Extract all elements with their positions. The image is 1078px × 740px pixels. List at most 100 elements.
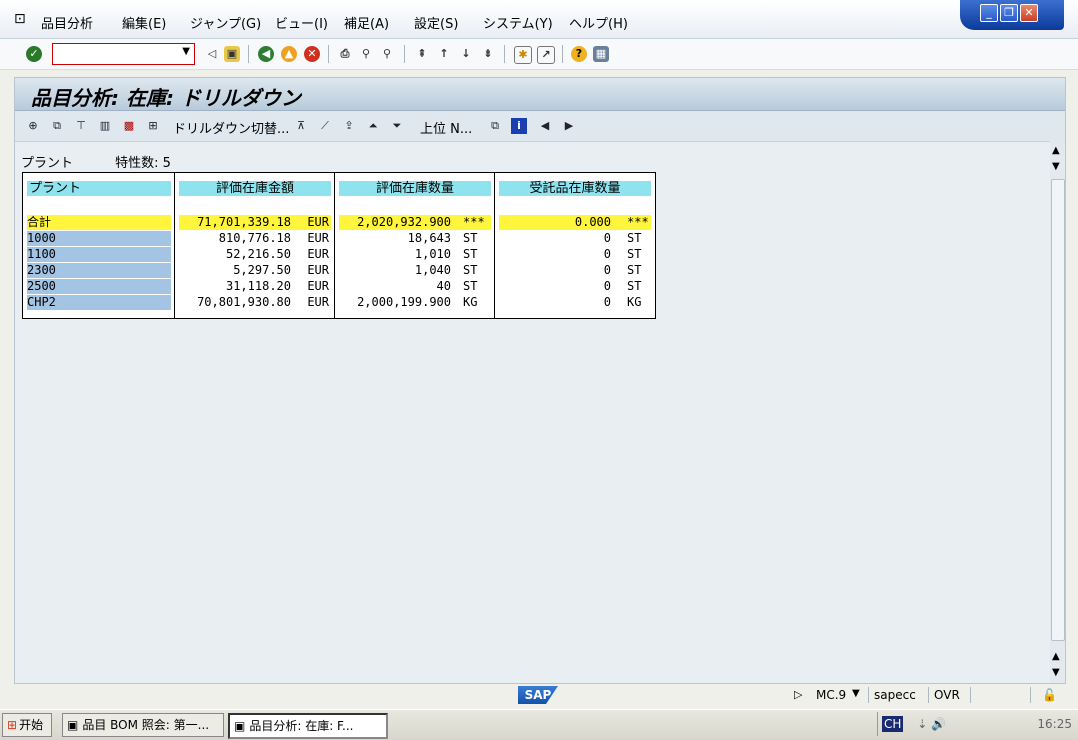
status-bar: SAP ▷ MC.9 ▼ sapecc OVR 🔓 <box>0 684 1078 709</box>
hierarchy-icon[interactable]: ⊞ <box>145 118 161 134</box>
top-n-button[interactable]: 上位 N... <box>420 118 472 137</box>
task-bom-display[interactable]: ▣ 品目 BOM 照会: 第一... <box>62 713 224 737</box>
next-icon[interactable]: ▶ <box>561 118 577 134</box>
back-icon[interactable]: ◀ <box>258 46 274 62</box>
plant-label: プラント <box>21 156 74 171</box>
page-title: 品目分析: 在庫: ドリルダウン <box>31 86 301 110</box>
drilldown-switch-button[interactable]: ドリルダウン切替... <box>173 118 289 137</box>
scroll-up-icon[interactable]: ▲ <box>1052 145 1060 156</box>
header-valuated-stock-value[interactable]: 評価在庫金額 <box>179 181 331 196</box>
restore-icon[interactable]: ❐ <box>1000 4 1018 22</box>
minimize-icon[interactable]: _ <box>980 4 998 22</box>
help-icon[interactable]: ? <box>571 46 587 62</box>
close-icon[interactable]: ✕ <box>1020 4 1038 22</box>
scroll-down-icon[interactable]: ▼ <box>1052 667 1060 678</box>
system-menu-icon[interactable]: ⊡ <box>14 11 26 27</box>
graph-icon[interactable]: ⟋ <box>317 118 333 134</box>
vertical-scrollbar[interactable]: ▲ ▼ ▲ ▼ <box>1050 141 1065 683</box>
export-icon[interactable]: ⇪ <box>341 118 357 134</box>
row-key-1100[interactable]: 1100 <box>27 247 171 262</box>
table-row: 31,118.20 EUR <box>225 279 329 293</box>
print-icon[interactable]: ⎙ <box>337 46 353 62</box>
status-expand-icon[interactable]: ▷ <box>794 688 802 701</box>
table-row: 40 ST <box>436 279 478 293</box>
menu-material-analysis[interactable]: 品目分析 <box>41 13 93 32</box>
first-page-icon[interactable]: ⇞ <box>414 46 430 62</box>
total-key[interactable]: 合計 <box>27 215 171 230</box>
find-next-icon[interactable]: ⚲ <box>379 46 395 62</box>
title-bar: 品目分析: 在庫: ドリルダウン <box>15 78 1065 111</box>
filter-icon[interactable]: ⊤ <box>73 118 89 134</box>
table-row: 0 KG <box>603 295 642 309</box>
total-qty-unit: *** <box>463 215 485 229</box>
new-session-icon[interactable]: ✱ <box>514 46 532 64</box>
menu-extras[interactable]: 補足(A) <box>344 13 389 32</box>
layout-menu-icon[interactable]: ▦ <box>593 46 609 62</box>
header-plant[interactable]: プラント <box>27 181 171 196</box>
copy-data-icon[interactable]: ⧉ <box>487 118 503 134</box>
row-key-chp2[interactable]: CHP2 <box>27 295 171 310</box>
previous-icon[interactable]: ◀ <box>537 118 553 134</box>
total-amount-cell: 71,701,339.18 EUR <box>179 215 331 230</box>
task-material-analysis[interactable]: ▣ 品目分析: 在庫: F... <box>228 713 388 739</box>
next-page-icon[interactable]: ↓ <box>458 46 474 62</box>
taskbar: ⊞ 开始 ▣ 品目 BOM 照会: 第一... ▣ 品目分析: 在庫: F... CH… <box>0 709 1078 740</box>
cancel-icon[interactable]: ✕ <box>304 46 320 62</box>
sort-filter-icon[interactable]: ⏷ <box>389 118 405 134</box>
standard-toolbar: ✓ ▼ ◁ ▣ ◀ ▲ ✕ ⎙ ⚲ ⚲ ⇞ ↑ ↓ ⇟ ✱ ↗ ? ▦ <box>0 39 1078 70</box>
lock-icon[interactable]: 🔓 <box>1042 688 1057 702</box>
start-button[interactable]: ⊞ 开始 <box>2 713 52 737</box>
header-consignment-qty[interactable]: 受託品在庫数量 <box>499 181 651 196</box>
table-row: 0 ST <box>603 247 642 261</box>
tree-icon[interactable]: ⊼ <box>293 118 309 134</box>
session-dropdown-icon[interactable]: ▼ <box>852 688 860 699</box>
header-valuated-stock-qty[interactable]: 評価在庫数量 <box>339 181 491 196</box>
abc-analysis-icon[interactable]: ▩ <box>121 118 137 134</box>
tray-icons[interactable]: ⇣ 🔊 <box>917 717 946 731</box>
find-icon[interactable]: ⚲ <box>358 46 374 62</box>
table-row: 70,801,930.80 EUR <box>197 295 329 309</box>
menu-edit[interactable]: 編集(E) <box>122 13 166 32</box>
total-consign-cell: 0.000 *** <box>499 215 651 230</box>
save-icon[interactable]: ▣ <box>224 46 240 62</box>
column-consignment-qty: 受託品在庫数量 0.000 *** 0 ST 0 ST 0 ST 0 ST 0 … <box>495 173 654 318</box>
chart-icon[interactable]: ▥ <box>97 118 113 134</box>
window-icon: ▣ <box>67 718 79 732</box>
menu-bar: ⊡ 品目分析 編集(E) ジャンプ(G) ビュー(I) 補足(A) 設定(S) … <box>0 0 1078 39</box>
sap-logo: SAP <box>518 686 558 704</box>
exit-icon[interactable]: ▲ <box>281 46 297 62</box>
last-page-icon[interactable]: ⇟ <box>480 46 496 62</box>
row-key-2300[interactable]: 2300 <box>27 263 171 278</box>
sort-up-icon[interactable]: ⏶ <box>365 118 381 134</box>
table-row: 2,000,199.900 KG <box>357 295 478 309</box>
menu-view[interactable]: ビュー(I) <box>275 13 328 32</box>
language-indicator[interactable]: CH <box>882 716 904 732</box>
command-field[interactable]: ▼ <box>52 43 195 65</box>
previous-page-icon[interactable]: ↑ <box>436 46 452 62</box>
row-key-1000[interactable]: 1000 <box>27 231 171 246</box>
scroll-page-down-icon[interactable]: ▲ <box>1052 651 1060 662</box>
info-icon[interactable]: i <box>511 118 527 134</box>
main-screen: 品目分析: 在庫: ドリルダウン ⊕ ⧉ ⊤ ▥ ▩ ⊞ ドリルダウン切替...… <box>14 77 1066 684</box>
row-key-2500[interactable]: 2500 <box>27 279 171 294</box>
scroll-page-up-icon[interactable]: ▼ <box>1052 161 1060 172</box>
column-valuated-stock-value: 評価在庫金額 71,701,339.18 EUR 810,776.18 EUR … <box>175 173 335 318</box>
copy-icon[interactable]: ⧉ <box>49 118 65 134</box>
chevron-down-icon[interactable]: ▼ <box>182 46 190 57</box>
transaction-code: MC.9 <box>816 688 847 702</box>
table-row: 52,216.50 EUR <box>225 247 329 261</box>
total-consign: 0.000 <box>574 215 611 229</box>
menu-jump[interactable]: ジャンプ(G) <box>190 13 261 32</box>
history-back-icon[interactable]: ◁ <box>204 46 220 62</box>
column-valuated-stock-qty: 評価在庫数量 2,020,932.900 *** 18,643 ST 1,010… <box>335 173 495 318</box>
enter-icon[interactable]: ✓ <box>26 46 42 62</box>
menu-system[interactable]: システム(Y) <box>483 13 553 32</box>
shortcut-icon[interactable]: ↗ <box>537 46 555 64</box>
menu-help[interactable]: ヘルプ(H) <box>569 13 628 32</box>
table-row: 0 ST <box>603 263 642 277</box>
scroll-thumb[interactable] <box>1051 179 1065 641</box>
details-icon[interactable]: ⊕ <box>25 118 41 134</box>
menu-settings[interactable]: 設定(S) <box>414 13 458 32</box>
table-row: 0 ST <box>603 231 642 245</box>
table-row: 18,643 ST <box>407 231 478 245</box>
